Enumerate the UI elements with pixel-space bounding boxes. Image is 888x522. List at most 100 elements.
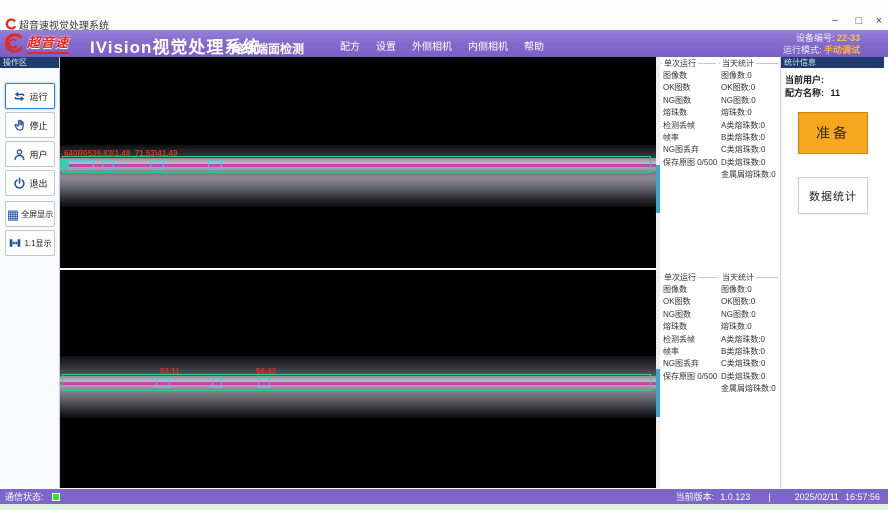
stat-row: NG图数 [663, 309, 716, 321]
feature-box [156, 378, 170, 388]
status-bar: 通信状态: 当前版本: 1.0.123 | 2025/02/11 16:57:5… [0, 489, 888, 504]
device-info: 设备编号: 22-33 运行模式: 手动调试 [783, 32, 860, 56]
current-user-label: 当前用户: [785, 75, 824, 85]
stat-row: 帧率 [663, 132, 716, 144]
run-mode-value: 手动调试 [824, 45, 860, 55]
stat-row: 保存原图 0/500 [663, 371, 716, 383]
operation-panel-title: 操作区 [0, 57, 59, 68]
stat-row: OK图数 [663, 82, 716, 94]
one-to-one-button[interactable]: 1:1显示 [5, 230, 55, 256]
stat-row: 图像数:0 [721, 284, 778, 296]
version-label: 当前版本: [676, 490, 715, 503]
stat-row: OK图数:0 [721, 296, 778, 308]
camera-viewport-bottom: 53.11 56.43 [60, 270, 656, 488]
brand-logo-text: 超音速 [27, 32, 69, 54]
menu-help[interactable]: 帮助 [524, 38, 544, 53]
stat-row: B类熔珠数:0 [721, 346, 778, 358]
edge-marker [60, 160, 68, 169]
menu-settings[interactable]: 设置 [376, 38, 396, 53]
stat-row: 图像数 [663, 284, 716, 296]
menu-inner-camera[interactable]: 内侧相机 [468, 38, 508, 53]
device-number-label: 设备编号: [796, 33, 835, 43]
stat-row: 保存原图 0/500 [663, 157, 716, 169]
stat-row: 图像数 [663, 70, 716, 82]
stat-row: NG图数 [663, 95, 716, 107]
feature-box [150, 160, 164, 170]
daily-stats-title: 当天统计 [720, 272, 756, 283]
user-icon [12, 147, 27, 162]
run-button[interactable]: 运行 [5, 83, 55, 109]
fullscreen-grid-icon: ▦ [7, 208, 19, 221]
fullscreen-button[interactable]: ▦ 全屏显示 [5, 201, 55, 227]
close-button[interactable]: × [868, 14, 888, 29]
separator: | [768, 492, 770, 502]
recipe-name-row: 配方名称: 11 [785, 86, 840, 99]
comm-status-green-indicator [52, 493, 60, 501]
bottom-strip [0, 504, 888, 510]
stat-row: 图像数:0 [721, 70, 778, 82]
stat-row: 检测丢帧 [663, 120, 716, 132]
stat-row: 金属屑熔珠数:0 [721, 383, 778, 395]
statistics-info-title: 统计信息 [781, 57, 884, 68]
stop-hand-icon [12, 118, 27, 133]
exit-button-label: 退出 [29, 177, 47, 190]
feature-box [208, 160, 222, 170]
status-date: 2025/02/11 [795, 492, 839, 502]
stat-row: 熔珠数 [663, 107, 716, 119]
stat-row: C类熔珠数:0 [721, 358, 778, 370]
daily-stats-group: 当天统计 图像数:0OK图数:0NG图数:0熔珠数:0A类熔珠数:0B类熔珠数:… [719, 277, 778, 486]
stop-button-label: 停止 [29, 119, 47, 132]
stop-button[interactable]: 停止 [5, 112, 55, 138]
window-titlebar[interactable]: 超音速视觉处理系统 − □ × [0, 0, 888, 30]
measurement-label: 53.11 [160, 367, 180, 376]
comm-status-label: 通信状态: [5, 490, 44, 503]
run-mode-label: 运行模式: [783, 45, 822, 55]
menu-outer-camera[interactable]: 外侧相机 [412, 38, 452, 53]
main-menu: 配方 设置 外侧相机 内侧相机 帮助 [340, 38, 544, 53]
user-button-label: 用户 [29, 148, 47, 161]
stat-row: D类熔珠数:0 [721, 157, 778, 169]
app-window: 超音速视觉处理系统 − □ × 超音速 IVision视觉处理系统 熔珠端面检测… [0, 0, 888, 522]
stat-row: 金属屑熔珠数:0 [721, 169, 778, 181]
run-cycle-icon [12, 89, 27, 104]
stat-row: NG图数:0 [721, 95, 778, 107]
menu-recipe[interactable]: 配方 [340, 38, 360, 53]
brand-logo: 超音速 [3, 32, 69, 54]
stat-row: A类熔珠数:0 [721, 334, 778, 346]
single-run-title: 单次运行 [662, 58, 698, 69]
version-value: 1.0.123 [720, 492, 750, 502]
feature-box [102, 160, 114, 170]
feature-box [68, 160, 94, 170]
data-statistics-button[interactable]: 数据统计 [798, 177, 868, 214]
version-info: 当前版本: 1.0.123 | 2025/02/11 16:57:56 [670, 490, 880, 503]
measurement-annotation: 640R0539.83(1.49 71.53)41.49 [64, 149, 177, 158]
exit-button[interactable]: 退出 [5, 170, 55, 196]
prepare-button[interactable]: 准备 [798, 112, 868, 154]
one-to-one-button-label: 1:1显示 [24, 238, 51, 249]
stat-row: NG图丢弃 [663, 144, 716, 156]
stat-row: 检测丢帧 [663, 334, 716, 346]
brand-swoosh-icon [3, 32, 25, 54]
current-user-row: 当前用户: [785, 73, 828, 86]
device-number-value: 22-33 [837, 33, 860, 43]
stats-panel-bottom: 单次运行 图像数OK图数NG图数熔珠数检测丢帧帧率NG图丢弃保存原图 0/500… [660, 271, 779, 488]
camera-viewport-top: 640R0539.83(1.49 71.53)41.49 [60, 57, 656, 268]
stats-panel-top: 单次运行 图像数OK图数NG图数熔珠数检测丢帧帧率NG图丢弃保存原图 0/500… [660, 57, 779, 268]
stat-row: 熔珠数 [663, 321, 716, 333]
stat-row: A类熔珠数:0 [721, 120, 778, 132]
recipe-name-label: 配方名称: [785, 88, 824, 98]
app-subtitle: 熔珠端面检测 [232, 40, 304, 57]
restore-button[interactable]: □ [848, 14, 870, 29]
fullscreen-button-label: 全屏显示 [21, 209, 53, 220]
power-icon [12, 176, 27, 191]
single-run-title: 单次运行 [662, 272, 698, 283]
run-button-label: 运行 [29, 90, 47, 103]
operation-sidebar: 操作区 运行 停止 用户 [0, 57, 60, 488]
minimize-button[interactable]: − [824, 14, 846, 29]
single-run-group: 单次运行 图像数OK图数NG图数熔珠数检测丢帧帧率NG图丢弃保存原图 0/500 [661, 63, 716, 266]
one-to-one-icon [8, 236, 22, 250]
single-run-group: 单次运行 图像数OK图数NG图数熔珠数检测丢帧帧率NG图丢弃保存原图 0/500 [661, 277, 716, 486]
stat-row: D类熔珠数:0 [721, 371, 778, 383]
stat-row: OK图数:0 [721, 82, 778, 94]
user-button[interactable]: 用户 [5, 141, 55, 167]
